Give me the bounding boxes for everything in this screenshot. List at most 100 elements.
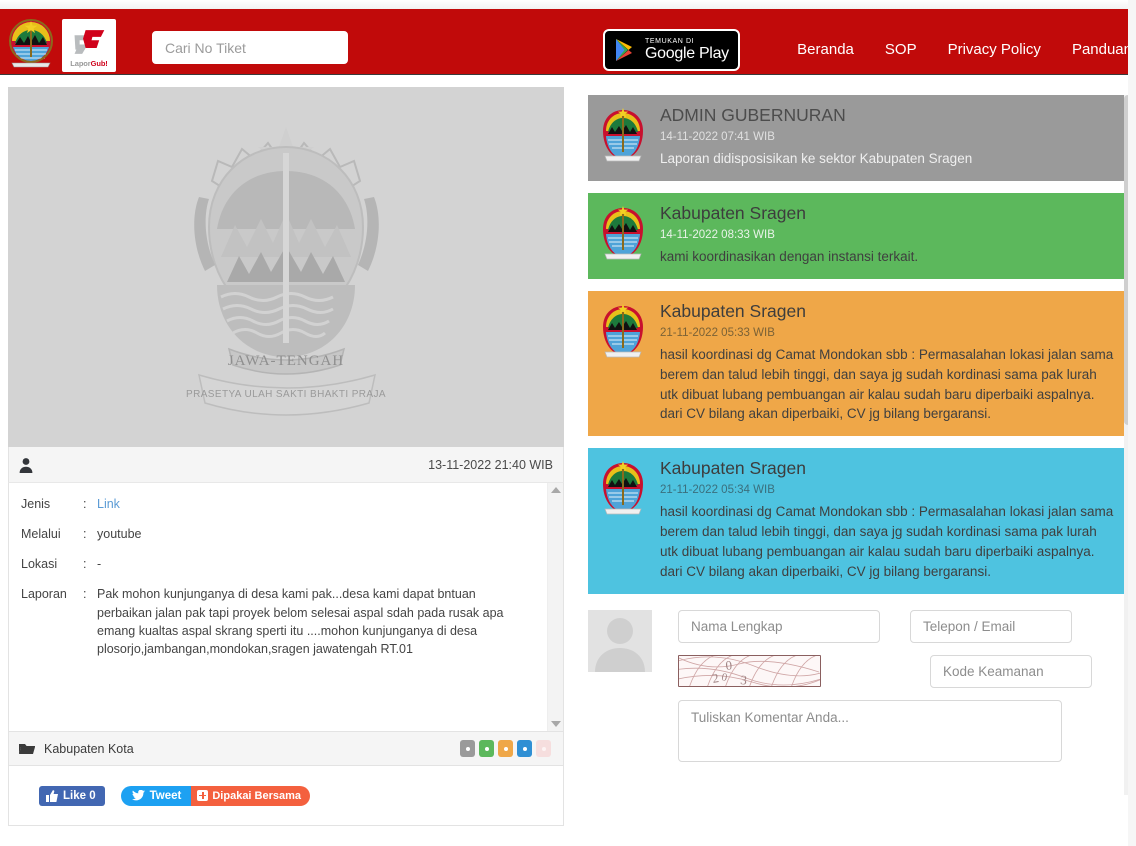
folder-icon <box>19 744 35 754</box>
captcha-image[interactable]: 0 2 0 3 <box>678 655 821 688</box>
laporgub-g-icon <box>74 29 105 54</box>
status-dot-orange[interactable] <box>498 740 513 757</box>
comment-item: Kabupaten Sragen 21-11-2022 05:34 WIB ha… <box>588 448 1128 595</box>
report-card: JAWA-TENGAH PRASETYA ULAH SAKTI BHAKTI P… <box>8 87 564 826</box>
detail-value-jenis[interactable]: Link <box>97 495 537 513</box>
comment-avatar <box>598 458 654 582</box>
comments-column: ADMIN GUBERNURAN 14-11-2022 07:41 WIB La… <box>588 95 1128 767</box>
comment-time: 21-11-2022 05:34 WIB <box>660 484 775 497</box>
main-nav: Beranda SOP Privacy Policy Panduan <box>797 37 1136 61</box>
nav-item-privacy-policy[interactable]: Privacy Policy <box>948 41 1041 58</box>
comment-text: hasil koordinasi dg Camat Mondokan sbb :… <box>660 504 1114 580</box>
comment-avatar <box>598 301 654 425</box>
default-avatar-icon <box>588 610 652 673</box>
jateng-emblem-avatar-icon <box>603 108 643 162</box>
jateng-emblem-icon[interactable] <box>8 17 54 69</box>
detail-colon: : <box>83 497 87 511</box>
detail-value-melalui: youtube <box>97 527 142 542</box>
report-detail-panel: Jenis : Link Melalui : youtube Lokasi : … <box>8 483 564 731</box>
detail-row-laporan: Laporan : Pak mohon kunjunganya di desa … <box>21 585 537 658</box>
comment-time: 14-11-2022 07:41 WIB <box>660 130 775 143</box>
report-image-panel[interactable]: JAWA-TENGAH PRASETYA ULAH SAKTI BHAKTI P… <box>8 87 564 447</box>
comment-author: Kabupaten Sragen <box>660 202 806 223</box>
comment-time: 21-11-2022 05:33 WIB <box>660 326 775 339</box>
phone-email-input[interactable] <box>910 610 1072 644</box>
detail-label: Jenis <box>21 497 51 511</box>
facebook-like-button[interactable]: Like 0 <box>39 785 105 806</box>
scroll-up-arrow-icon[interactable] <box>550 487 561 493</box>
nav-item-beranda[interactable]: Beranda <box>797 41 854 58</box>
comment-avatar <box>598 203 654 267</box>
detail-value-laporan: Pak mohon kunjunganya di desa kami pak..… <box>97 587 504 656</box>
comment-item: Kabupaten Sragen 21-11-2022 05:33 WIB ha… <box>588 290 1128 437</box>
nav-item-panduan[interactable]: Panduan <box>1072 41 1132 58</box>
comment-time: 14-11-2022 08:33 WIB <box>660 228 775 241</box>
comment-author: Kabupaten Sragen <box>660 300 806 321</box>
twitter-bird-icon <box>131 790 145 801</box>
google-play-icon <box>616 39 632 61</box>
scroll-down-arrow-icon[interactable] <box>550 721 561 727</box>
detail-row-lokasi: Lokasi : - <box>21 555 537 573</box>
laporgub-logo[interactable]: LaporGub! <box>62 19 116 72</box>
status-dot-blue[interactable] <box>517 740 532 757</box>
detail-colon: : <box>83 557 87 572</box>
site-header: LaporGub! TEMUKAN DI Google Play Beranda… <box>0 9 1136 75</box>
report-meta-header: 13-11-2022 21:40 WIB <box>8 447 564 483</box>
addthis-share-label: Dipakai Bersama <box>212 789 302 802</box>
comment-item: ADMIN GUBERNURAN 14-11-2022 07:41 WIB La… <box>588 95 1128 181</box>
comment-form-avatar <box>588 610 658 767</box>
plus-icon <box>197 790 209 801</box>
captcha-spacer <box>851 655 900 688</box>
twitter-tweet-label: Tweet <box>149 789 182 802</box>
report-date: 13-11-2022 21:40 WIB <box>428 457 553 472</box>
comment-form: 0 2 0 3 <box>588 610 1128 767</box>
detail-colon: : <box>83 587 87 602</box>
detail-label: Lokasi <box>21 557 58 572</box>
full-name-input[interactable] <box>678 610 880 644</box>
security-code-input[interactable] <box>930 655 1092 689</box>
twitter-tweet-button[interactable]: Tweet <box>120 785 192 806</box>
comment-textarea[interactable] <box>678 700 1062 763</box>
search-input[interactable] <box>152 31 348 64</box>
status-dot-gray[interactable] <box>460 740 475 757</box>
page-scrollbar[interactable] <box>1128 0 1136 846</box>
detail-value-lokasi: - <box>97 557 102 572</box>
laporgub-wordmark: LaporGub! <box>70 58 108 68</box>
report-detail-body: Jenis : Link Melalui : youtube Lokasi : … <box>9 483 547 731</box>
user-icon <box>19 457 33 473</box>
jateng-emblem-avatar-icon <box>603 205 643 260</box>
twitter-share-group: Tweet Dipakai Bersama <box>120 785 311 806</box>
gplay-bottom-label: Google Play <box>645 45 729 62</box>
google-play-badge[interactable]: TEMUKAN DI Google Play <box>603 29 740 71</box>
comment-author: Kabupaten Sragen <box>660 458 806 479</box>
comment-text: kami koordinasikan dengan instansi terka… <box>660 248 919 264</box>
detail-label: Melalui <box>21 527 61 542</box>
thumbs-up-icon <box>46 789 58 802</box>
report-category-bar: Kabupaten Kota <box>8 731 564 766</box>
comment-text: hasil koordinasi dg Camat Mondokan sbb :… <box>660 346 1114 422</box>
report-detail-scrollbar[interactable] <box>547 483 563 731</box>
gplay-top-label: TEMUKAN DI <box>645 38 695 45</box>
status-dots-group <box>460 740 551 757</box>
nav-item-sop[interactable]: SOP <box>885 41 917 58</box>
facebook-like-label: Like 0 <box>63 789 96 802</box>
comment-avatar <box>598 105 654 169</box>
report-category-label: Kabupaten Kota <box>44 741 134 756</box>
detail-row-melalui: Melalui : youtube <box>21 525 537 543</box>
comment-text: Laporan didisposisikan ke sektor Kabupat… <box>660 150 973 166</box>
detail-label: Laporan <box>21 587 67 602</box>
detail-colon: : <box>83 527 87 542</box>
svg-text:JAWA-TENGAH: JAWA-TENGAH <box>227 353 343 369</box>
addthis-share-button[interactable]: Dipakai Bersama <box>191 785 311 806</box>
comment-item: Kabupaten Sragen 14-11-2022 08:33 WIB ka… <box>588 192 1128 279</box>
top-strip <box>0 0 1136 9</box>
jateng-emblem-avatar-icon <box>603 303 643 358</box>
status-dot-pink[interactable] <box>536 740 551 757</box>
jateng-emblem-watermark-icon: JAWA-TENGAH PRASETYA ULAH SAKTI BHAKTI P… <box>186 127 386 416</box>
social-share-bar: Like 0 Tweet Dipakai Bersama <box>8 766 564 826</box>
jateng-emblem-avatar-icon <box>603 461 643 515</box>
detail-row-jenis: Jenis : Link <box>21 495 537 513</box>
svg-text:PRASETYA ULAH SAKTI BHAKTI PRA: PRASETYA ULAH SAKTI BHAKTI PRAJA <box>186 389 386 400</box>
comment-author: ADMIN GUBERNURAN <box>660 105 846 125</box>
status-dot-green[interactable] <box>479 740 494 757</box>
